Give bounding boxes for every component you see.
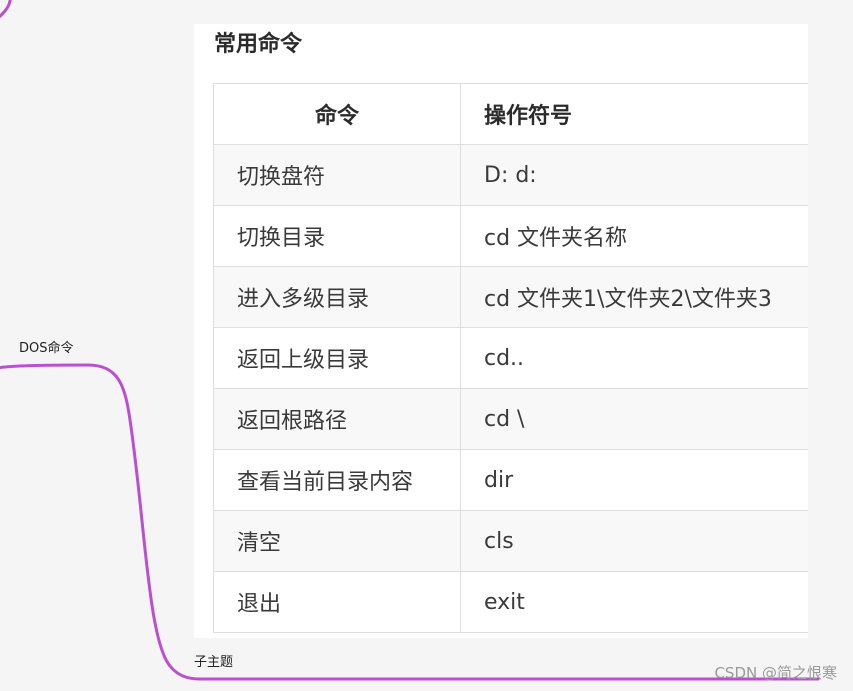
command-cell: 切换盘符 xyxy=(213,144,461,206)
command-cell: 清空 xyxy=(213,510,461,572)
table-row: 查看当前目录内容 dir xyxy=(213,449,808,511)
symbol-cell: cd.. xyxy=(460,327,808,389)
common-commands-card: 常用命令 命令 操作符号 切换盘符 D: d: 切换目录 cd 文件夹名称 进入… xyxy=(194,24,808,638)
command-cell: 返回上级目录 xyxy=(213,327,461,389)
table-row: 退出 exit xyxy=(213,571,808,633)
symbol-cell: D: d: xyxy=(460,144,808,206)
node-dos-commands[interactable]: DOS命令 xyxy=(19,341,74,357)
symbol-cell: cd \ xyxy=(460,388,808,450)
column-header-symbol: 操作符号 xyxy=(460,83,808,145)
symbol-cell: cd 文件夹名称 xyxy=(460,205,808,267)
command-cell: 进入多级目录 xyxy=(213,266,461,328)
symbol-cell: dir xyxy=(460,449,808,511)
top-branch-line xyxy=(0,0,12,19)
csdn-watermark: CSDN @简之恨寒 xyxy=(714,664,837,682)
command-cell: 切换目录 xyxy=(213,205,461,267)
command-cell: 退出 xyxy=(213,571,461,633)
column-header-command: 命令 xyxy=(213,83,461,145)
table-row: 返回上级目录 cd.. xyxy=(213,327,808,389)
table-row: 进入多级目录 cd 文件夹1\文件夹2\文件夹3 xyxy=(213,266,808,328)
command-cell: 返回根路径 xyxy=(213,388,461,450)
node-subtopic[interactable]: 子主题 xyxy=(194,655,233,671)
table-row: 切换盘符 D: d: xyxy=(213,144,808,206)
card-title: 常用命令 xyxy=(214,32,303,57)
symbol-cell: exit xyxy=(460,571,808,633)
table-row: 返回根路径 cd \ xyxy=(213,388,808,450)
table-row: 清空 cls xyxy=(213,510,808,572)
symbol-cell: cls xyxy=(460,510,808,572)
table-header-row: 命令 操作符号 xyxy=(213,83,808,145)
symbol-cell: cd 文件夹1\文件夹2\文件夹3 xyxy=(460,266,808,328)
table-row: 切换目录 cd 文件夹名称 xyxy=(213,205,808,267)
commands-table: 命令 操作符号 切换盘符 D: d: 切换目录 cd 文件夹名称 进入多级目录 … xyxy=(213,83,808,633)
command-cell: 查看当前目录内容 xyxy=(213,449,461,511)
